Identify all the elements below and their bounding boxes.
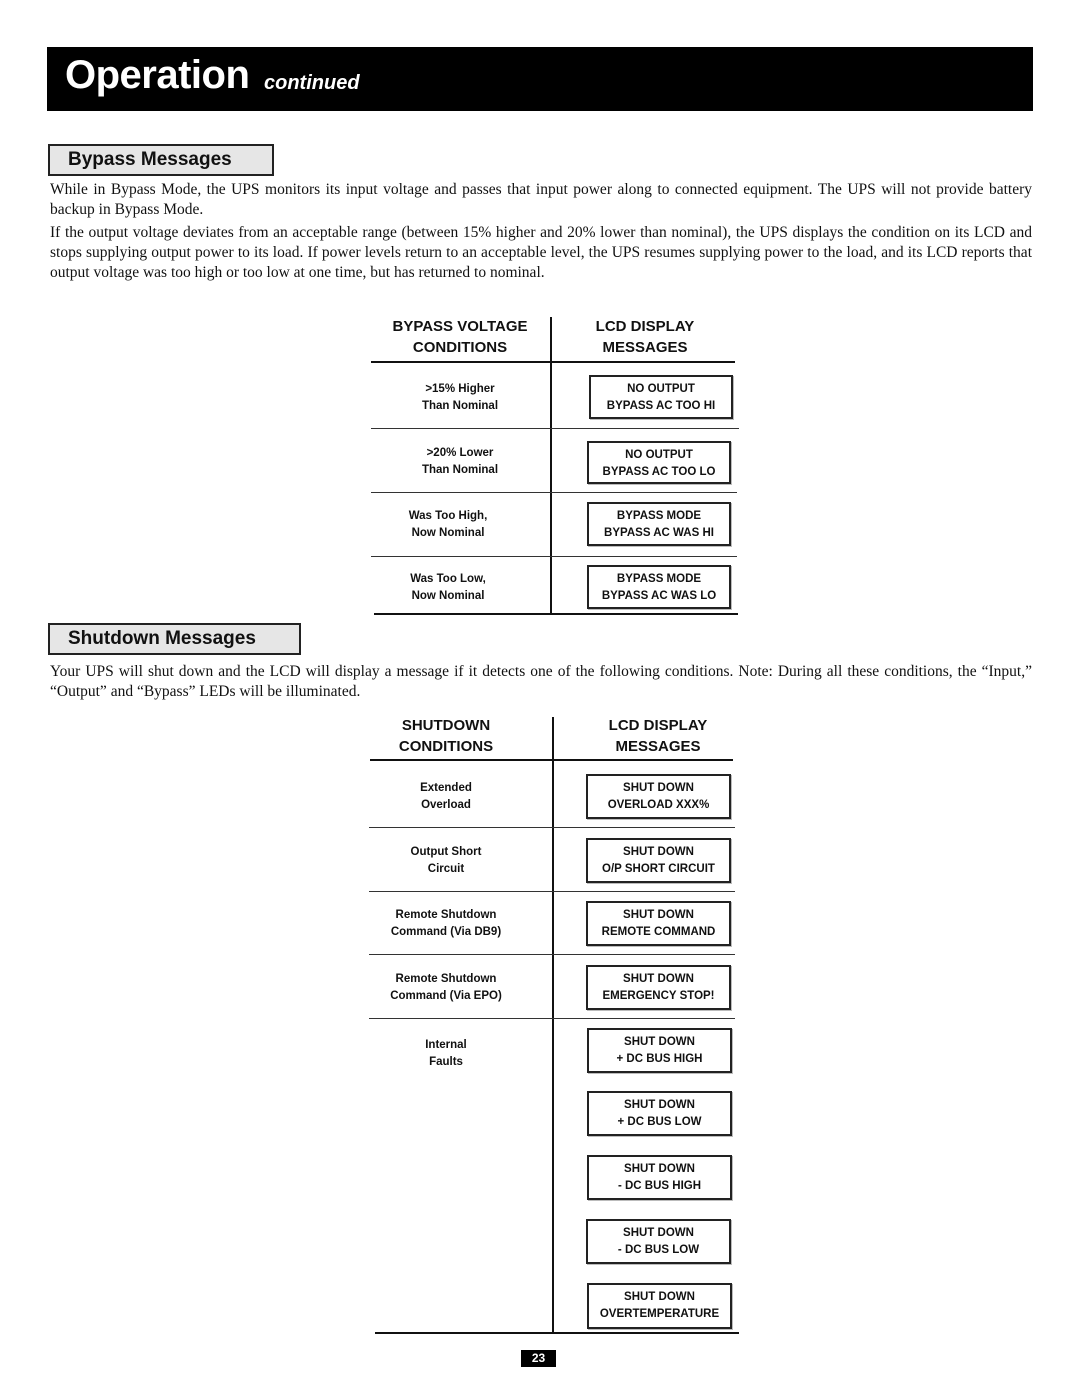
lcd-line: O/P SHORT CIRCUIT	[602, 863, 715, 875]
row-rule	[369, 891, 735, 892]
condition-line: Was Too High,	[408, 510, 488, 522]
col-header-line: MESSAGES	[602, 339, 688, 356]
row-rule	[369, 954, 735, 955]
lcd-line: REMOTE COMMAND	[601, 926, 716, 938]
condition-cell: Output Short Circuit	[370, 844, 522, 878]
lcd-line: SHUT DOWN	[623, 1227, 694, 1239]
row-rule	[369, 827, 735, 828]
lcd-line: - DC BUS LOW	[617, 1244, 700, 1256]
shutdown-paragraph: Your UPS will shut down and the LCD will…	[50, 663, 1032, 700]
condition-line: Was Too Low,	[410, 573, 486, 585]
header-subtitle: continued	[264, 72, 360, 94]
lcd-message-box: NO OUTPUT BYPASS AC TOO HI	[589, 375, 733, 419]
condition-line: Overload	[421, 799, 471, 811]
lcd-line: BYPASS AC WAS HI	[604, 527, 714, 539]
lcd-message-box: SHUT DOWN - DC BUS LOW	[586, 1219, 731, 1264]
condition-line: Than Nominal	[421, 464, 499, 476]
condition-line: Command (Via DB9)	[390, 926, 502, 938]
condition-line: >20% Lower	[426, 447, 494, 459]
row-rule	[371, 428, 739, 429]
lcd-line: BYPASS AC TOO LO	[602, 466, 716, 478]
lcd-line: NO OUTPUT	[625, 449, 693, 461]
lcd-line: SHUT DOWN	[624, 1099, 695, 1111]
row-rule	[369, 1018, 735, 1019]
bypass-paragraph-1: While in Bypass Mode, the UPS monitors i…	[50, 181, 1032, 218]
table-bottom-rule	[374, 613, 738, 615]
condition-line: Faults	[429, 1056, 463, 1068]
lcd-message-box: BYPASS MODE BYPASS AC WAS HI	[587, 502, 731, 546]
lcd-message-box: NO OUTPUT BYPASS AC TOO LO	[587, 441, 731, 484]
header-rule	[371, 361, 735, 363]
col-header-line: LCD DISPLAY	[608, 717, 708, 734]
col-header-line: BYPASS VOLTAGE	[392, 318, 528, 335]
condition-cell: Was Too High, Now Nominal	[370, 508, 526, 542]
lcd-line: BYPASS MODE	[616, 510, 702, 522]
page-header: Operation continued	[47, 47, 1033, 111]
col-header-messages: LCD DISPLAY MESSAGES	[584, 715, 732, 757]
condition-line: Circuit	[427, 863, 465, 875]
col-header-line: CONDITIONS	[398, 738, 494, 755]
lcd-line: BYPASS MODE	[616, 573, 702, 585]
row-rule	[371, 556, 737, 557]
lcd-line: + DC BUS LOW	[617, 1116, 702, 1128]
col-header-messages: LCD DISPLAY MESSAGES	[552, 316, 738, 358]
lcd-message-box: SHUT DOWN EMERGENCY STOP!	[586, 965, 731, 1010]
row-rule	[371, 492, 737, 493]
condition-line: Remote Shutdown	[395, 909, 497, 921]
lcd-line: SHUT DOWN	[623, 973, 694, 985]
condition-cell: >20% Lower Than Nominal	[370, 445, 550, 479]
col-header-line: CONDITIONS	[412, 339, 508, 356]
header-rule	[370, 759, 733, 761]
lcd-line: BYPASS AC WAS LO	[601, 590, 717, 602]
condition-cell: Remote Shutdown Command (Via DB9)	[370, 907, 522, 941]
condition-line: Remote Shutdown	[395, 973, 497, 985]
table-bottom-rule	[375, 1332, 739, 1334]
col-header-conditions: BYPASS VOLTAGE CONDITIONS	[370, 316, 550, 358]
lcd-message-box: SHUT DOWN REMOTE COMMAND	[586, 901, 731, 946]
header-title: Operation	[65, 53, 250, 97]
col-header-line: LCD DISPLAY	[595, 318, 695, 335]
section-title-bypass: Bypass Messages	[48, 144, 274, 176]
condition-cell: Extended Overload	[370, 780, 522, 814]
condition-line: Output Short	[410, 846, 482, 858]
lcd-line: + DC BUS HIGH	[616, 1053, 703, 1065]
bypass-paragraph-2: If the output voltage deviates from an a…	[50, 224, 1032, 281]
condition-line: Now Nominal	[411, 590, 485, 602]
condition-line: Command (Via EPO)	[390, 990, 502, 1002]
lcd-line: SHUT DOWN	[624, 1163, 695, 1175]
col-header-conditions: SHUTDOWN CONDITIONS	[370, 715, 522, 757]
table-divider-vertical	[552, 717, 554, 1334]
condition-line: >15% Higher	[425, 383, 495, 395]
lcd-line: SHUT DOWN	[624, 1036, 695, 1048]
condition-line: Now Nominal	[411, 527, 485, 539]
section-title-shutdown: Shutdown Messages	[48, 623, 301, 655]
lcd-message-box: SHUT DOWN O/P SHORT CIRCUIT	[586, 838, 731, 883]
lcd-message-box: SHUT DOWN - DC BUS HIGH	[587, 1155, 732, 1200]
lcd-message-box: SHUT DOWN + DC BUS HIGH	[587, 1028, 732, 1073]
lcd-message-box: BYPASS MODE BYPASS AC WAS LO	[587, 565, 731, 609]
condition-cell: Was Too Low, Now Nominal	[370, 571, 526, 605]
lcd-line: EMERGENCY STOP!	[602, 990, 715, 1002]
condition-line: Than Nominal	[421, 400, 499, 412]
condition-line: Extended	[420, 782, 472, 794]
lcd-line: - DC BUS HIGH	[617, 1180, 702, 1192]
col-header-line: SHUTDOWN	[401, 717, 491, 734]
page-number: 23	[521, 1350, 556, 1367]
condition-cell: >15% Higher Than Nominal	[370, 381, 550, 415]
lcd-message-box: SHUT DOWN OVERTEMPERATURE	[587, 1283, 732, 1329]
condition-cell: Internal Faults	[370, 1037, 522, 1071]
lcd-line: SHUT DOWN	[623, 782, 694, 794]
condition-cell: Remote Shutdown Command (Via EPO)	[370, 971, 522, 1005]
condition-line: Internal	[425, 1039, 467, 1051]
col-header-line: MESSAGES	[615, 738, 701, 755]
lcd-line: NO OUTPUT	[627, 383, 695, 395]
lcd-message-box: SHUT DOWN OVERLOAD XXX%	[586, 774, 731, 819]
lcd-message-box: SHUT DOWN + DC BUS LOW	[587, 1091, 732, 1136]
lcd-line: SHUT DOWN	[624, 1291, 695, 1303]
lcd-line: OVERTEMPERATURE	[599, 1308, 720, 1320]
lcd-line: OVERLOAD XXX%	[607, 799, 710, 811]
lcd-line: BYPASS AC TOO HI	[606, 400, 716, 412]
lcd-line: SHUT DOWN	[623, 846, 694, 858]
lcd-line: SHUT DOWN	[623, 909, 694, 921]
